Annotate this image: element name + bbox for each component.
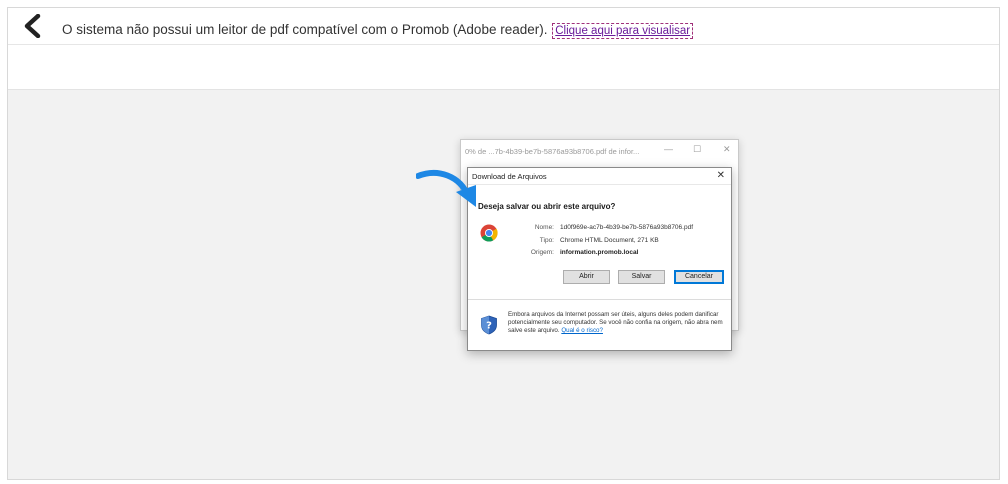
dialog-titlebar: Download de Arquivos ✕: [468, 168, 731, 185]
file-download-dialog: Download de Arquivos ✕ Deseja salvar ou …: [467, 167, 732, 351]
shield-icon: ?: [481, 315, 497, 335]
save-or-open-question: Deseja salvar ou abrir este arquivo?: [478, 202, 616, 211]
pointer-arrow-icon: [416, 169, 476, 207]
file-type-row: Tipo: Chrome HTML Document, 271 KB: [492, 237, 659, 244]
type-label: Tipo:: [539, 237, 554, 244]
what-is-the-risk-link[interactable]: Qual é o risco?: [561, 327, 603, 334]
dialog-close-button[interactable]: ✕: [717, 170, 725, 181]
cancel-button[interactable]: Cancelar: [674, 270, 724, 284]
svg-text:?: ?: [486, 321, 492, 332]
file-type: Chrome HTML Document, 271 KB: [560, 237, 659, 244]
sub-bar: [8, 45, 999, 90]
file-origin-row: Origem: information.promob.local: [492, 249, 639, 256]
dialog-title: Download de Arquivos: [472, 172, 547, 181]
back-chevron-icon[interactable]: [22, 14, 44, 38]
file-name-row: Nome: 1d0f969e-ac7b-4b39-be7b-5876a93b870…: [492, 224, 693, 231]
progress-close-button[interactable]: ✕: [723, 144, 731, 155]
progress-window-title: 0% de ...7b-4b39-be7b-5876a93b8706.pdf d…: [465, 147, 640, 156]
maximize-button[interactable]: ☐: [693, 144, 701, 155]
minimize-button[interactable]: —: [664, 144, 673, 154]
view-link[interactable]: Clique aqui para visualisar: [552, 23, 694, 39]
message-text: O sistema não possui um leitor de pdf co…: [62, 22, 548, 37]
file-name: 1d0f969e-ac7b-4b39-be7b-5876a93b8706.pdf: [560, 224, 694, 231]
no-pdf-reader-message: O sistema não possui um leitor de pdf co…: [62, 22, 694, 39]
warning-text: Embora arquivos da Internet possam ser ú…: [508, 311, 723, 334]
top-bar: O sistema não possui um leitor de pdf co…: [8, 8, 999, 45]
security-warning: Embora arquivos da Internet possam ser ú…: [508, 311, 723, 335]
name-label: Nome:: [534, 224, 554, 231]
origin-label: Origem:: [530, 249, 554, 256]
save-button[interactable]: Salvar: [618, 270, 665, 284]
file-origin: information.promob.local: [560, 249, 639, 256]
open-button[interactable]: Abrir: [563, 270, 610, 284]
